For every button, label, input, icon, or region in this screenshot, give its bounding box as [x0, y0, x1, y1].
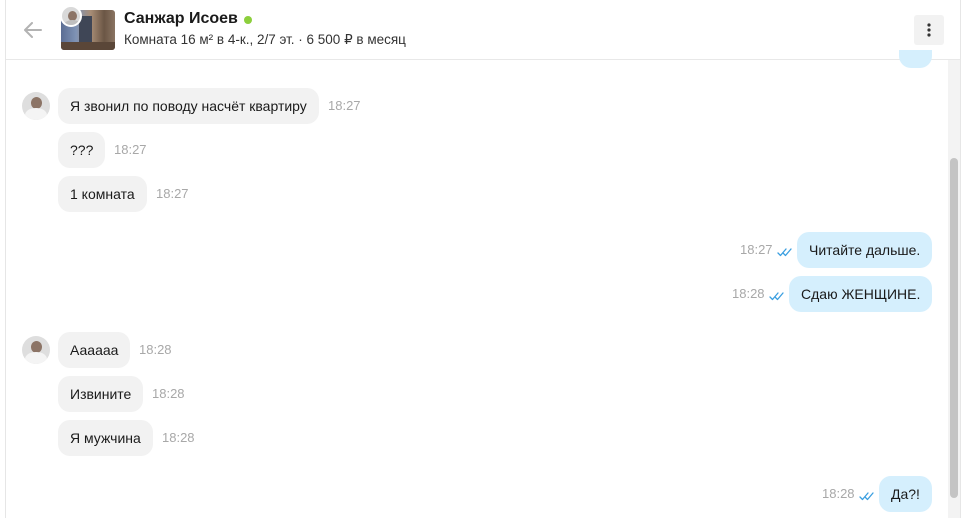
scrollbar-thumb[interactable]	[950, 158, 958, 498]
message-bubble[interactable]: Сдаю ЖЕНЩИНЕ.	[789, 276, 933, 312]
back-button[interactable]	[22, 19, 44, 41]
sender-avatar[interactable]	[22, 336, 50, 364]
message-bubble[interactable]: Читайте дальше.	[797, 232, 933, 268]
message-bubble[interactable]: Я мужчина	[58, 420, 153, 456]
listing-subtitle[interactable]: Комната 16 м² в 4-к., 2/7 эт. · 6 500 ₽ …	[124, 32, 406, 48]
message-bubble[interactable]: Я звонил по поводу насчёт квартиру	[58, 88, 319, 124]
message-time: 18:27	[156, 186, 189, 201]
message-time: 18:28	[162, 430, 195, 445]
online-status-dot	[243, 15, 252, 24]
read-checkmark-icon	[859, 492, 874, 501]
read-checkmark-icon	[769, 292, 784, 301]
message-time: 18:27	[328, 98, 361, 113]
read-checkmark-icon	[777, 248, 792, 257]
message-time: 18:28	[152, 386, 185, 401]
arrow-left-icon	[24, 22, 42, 38]
message-bubble[interactable]: 1 комната	[58, 176, 147, 212]
message-bubble[interactable]: Извините	[58, 376, 144, 412]
user-avatar[interactable]	[60, 5, 82, 27]
message-time: 18:27	[114, 142, 147, 157]
message-bubble[interactable]: Аааааа	[58, 332, 131, 368]
message-time: 18:28	[822, 486, 855, 501]
contact-name[interactable]: Санжар Исоев	[124, 10, 238, 28]
more-vertical-icon	[927, 23, 931, 37]
message-time: 18:27	[740, 242, 773, 257]
more-options-button[interactable]	[914, 15, 944, 45]
sender-avatar[interactable]	[22, 92, 50, 120]
message-time: 18:28	[139, 342, 172, 357]
message-time: 18:28	[732, 286, 765, 301]
message-bubble[interactable]: ???	[58, 132, 106, 168]
message-bubble[interactable]: Да?!	[879, 476, 932, 512]
previous-message-bubble	[899, 50, 932, 68]
chat-header: Санжар Исоев Комната 16 м² в 4-к., 2/7 э…	[6, 0, 960, 60]
